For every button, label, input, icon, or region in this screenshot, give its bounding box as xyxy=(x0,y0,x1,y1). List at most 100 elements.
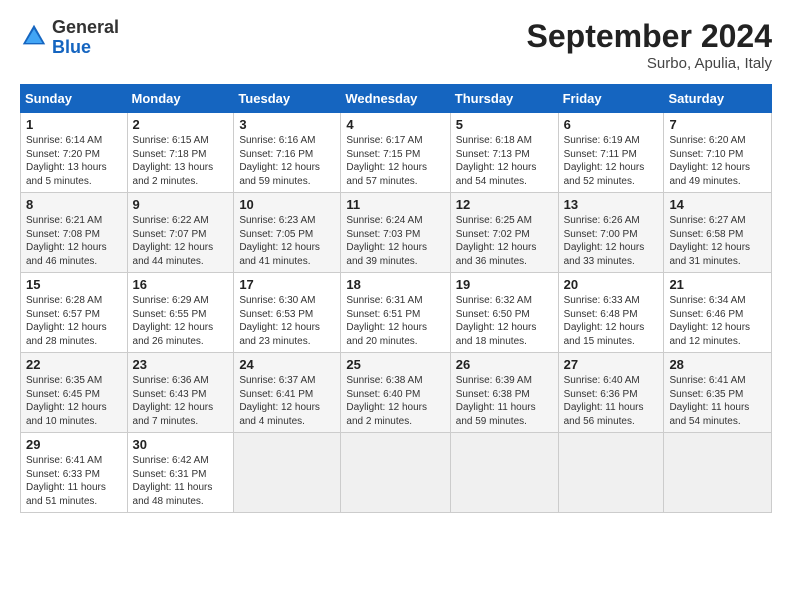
table-row: 2Sunrise: 6:15 AM Sunset: 7:18 PM Daylig… xyxy=(127,113,234,193)
day-info: Sunrise: 6:24 AM Sunset: 7:03 PM Dayligh… xyxy=(346,214,444,268)
table-row: 28Sunrise: 6:41 AM Sunset: 6:35 PM Dayli… xyxy=(664,353,772,433)
day-info: Sunrise: 6:17 AM Sunset: 7:15 PM Dayligh… xyxy=(346,134,444,188)
day-number: 6 xyxy=(564,117,659,132)
day-info: Sunrise: 6:28 AM Sunset: 6:57 PM Dayligh… xyxy=(26,294,122,348)
day-number: 28 xyxy=(669,357,766,372)
table-row: 12 Sunrise: 6:25 AM Sunset: 7:02 PM Dayli… xyxy=(450,193,558,273)
day-number: 8 xyxy=(26,197,122,212)
day-number: 12 xyxy=(456,197,553,212)
day-info: Sunrise: 6:14 AM Sunset: 7:20 PM Dayligh… xyxy=(26,134,122,188)
table-row: 19 Sunrise: 6:32 AM Sunset: 6:50 PM Dayli… xyxy=(450,273,558,353)
logo-text: General Blue xyxy=(52,18,119,58)
table-row: 20 Sunrise: 6:33 AM Sunset: 6:48 PM Dayli… xyxy=(558,273,664,353)
table-row: 11 Sunrise: 6:24 AM Sunset: 7:03 PM Dayli… xyxy=(341,193,450,273)
day-number: 3 xyxy=(239,117,335,132)
table-row: 1Sunrise: 6:14 AM Sunset: 7:20 PM Daylig… xyxy=(21,113,128,193)
day-info: Sunrise: 6:30 AM Sunset: 6:53 PM Dayligh… xyxy=(239,294,335,348)
day-number: 27 xyxy=(564,357,659,372)
table-row: 7 Sunrise: 6:20 AM Sunset: 7:10 PM Daylig… xyxy=(664,113,772,193)
day-number: 15 xyxy=(26,277,122,292)
day-info: Sunrise: 6:16 AM Sunset: 7:16 PM Dayligh… xyxy=(239,134,335,188)
day-number: 4 xyxy=(346,117,444,132)
location-subtitle: Surbo, Apulia, Italy xyxy=(527,55,772,72)
table-row: 17 Sunrise: 6:30 AM Sunset: 6:53 PM Dayli… xyxy=(234,273,341,353)
table-row: 5 Sunrise: 6:18 AM Sunset: 7:13 PM Daylig… xyxy=(450,113,558,193)
day-number: 18 xyxy=(346,277,444,292)
table-row: 29 Sunrise: 6:41 AM Sunset: 6:33 PM Dayli… xyxy=(21,433,128,513)
day-info: Sunrise: 6:31 AM Sunset: 6:51 PM Dayligh… xyxy=(346,294,444,348)
day-number: 20 xyxy=(564,277,659,292)
day-info: Sunrise: 6:39 AM Sunset: 6:38 PM Dayligh… xyxy=(456,374,553,428)
day-number: 10 xyxy=(239,197,335,212)
day-info: Sunrise: 6:37 AM Sunset: 6:41 PM Dayligh… xyxy=(239,374,335,428)
table-row: 23 Sunrise: 6:36 AM Sunset: 6:43 PM Dayli… xyxy=(127,353,234,433)
day-number: 30 xyxy=(133,437,229,452)
table-row: 30Sunrise: 6:42 AM Sunset: 6:31 PM Dayli… xyxy=(127,433,234,513)
day-number: 23 xyxy=(133,357,229,372)
table-row: 16 Sunrise: 6:29 AM Sunset: 6:55 PM Dayli… xyxy=(127,273,234,353)
day-info: Sunrise: 6:19 AM Sunset: 7:11 PM Dayligh… xyxy=(564,134,659,188)
table-row: 27Sunrise: 6:40 AM Sunset: 6:36 PM Dayli… xyxy=(558,353,664,433)
calendar-row-3: 15 Sunrise: 6:28 AM Sunset: 6:57 PM Dayli… xyxy=(21,273,772,353)
col-saturday: Saturday xyxy=(664,85,772,113)
day-info: Sunrise: 6:26 AM Sunset: 7:00 PM Dayligh… xyxy=(564,214,659,268)
day-number: 24 xyxy=(239,357,335,372)
day-info: Sunrise: 6:32 AM Sunset: 6:50 PM Dayligh… xyxy=(456,294,553,348)
logo-blue: Blue xyxy=(52,38,119,58)
day-number: 19 xyxy=(456,277,553,292)
day-number: 11 xyxy=(346,197,444,212)
calendar-row-5: 29 Sunrise: 6:41 AM Sunset: 6:33 PM Dayli… xyxy=(21,433,772,513)
day-info: Sunrise: 6:35 AM Sunset: 6:45 PM Dayligh… xyxy=(26,374,122,428)
table-row: 25Sunrise: 6:38 AM Sunset: 6:40 PM Dayli… xyxy=(341,353,450,433)
day-number: 5 xyxy=(456,117,553,132)
day-info: Sunrise: 6:25 AM Sunset: 7:02 PM Dayligh… xyxy=(456,214,553,268)
table-row xyxy=(664,433,772,513)
day-number: 7 xyxy=(669,117,766,132)
logo-icon xyxy=(20,22,48,50)
col-monday: Monday xyxy=(127,85,234,113)
day-number: 14 xyxy=(669,197,766,212)
calendar: Sunday Monday Tuesday Wednesday Thursday… xyxy=(20,84,772,513)
day-number: 16 xyxy=(133,277,229,292)
table-row xyxy=(558,433,664,513)
day-number: 29 xyxy=(26,437,122,452)
day-info: Sunrise: 6:18 AM Sunset: 7:13 PM Dayligh… xyxy=(456,134,553,188)
table-row: 18 Sunrise: 6:31 AM Sunset: 6:51 PM Dayli… xyxy=(341,273,450,353)
day-info: Sunrise: 6:20 AM Sunset: 7:10 PM Dayligh… xyxy=(669,134,766,188)
day-info: Sunrise: 6:29 AM Sunset: 6:55 PM Dayligh… xyxy=(133,294,229,348)
col-sunday: Sunday xyxy=(21,85,128,113)
day-info: Sunrise: 6:21 AM Sunset: 7:08 PM Dayligh… xyxy=(26,214,122,268)
day-info: Sunrise: 6:38 AM Sunset: 6:40 PM Dayligh… xyxy=(346,374,444,428)
table-row xyxy=(341,433,450,513)
table-row: 13 Sunrise: 6:26 AM Sunset: 7:00 PM Dayli… xyxy=(558,193,664,273)
header: General Blue September 2024 Surbo, Apuli… xyxy=(20,18,772,72)
day-info: Sunrise: 6:34 AM Sunset: 6:46 PM Dayligh… xyxy=(669,294,766,348)
day-info: Sunrise: 6:23 AM Sunset: 7:05 PM Dayligh… xyxy=(239,214,335,268)
table-row xyxy=(450,433,558,513)
table-row: 26Sunrise: 6:39 AM Sunset: 6:38 PM Dayli… xyxy=(450,353,558,433)
logo-general: General xyxy=(52,18,119,38)
day-info: Sunrise: 6:36 AM Sunset: 6:43 PM Dayligh… xyxy=(133,374,229,428)
calendar-row-2: 8 Sunrise: 6:21 AM Sunset: 7:08 PM Daylig… xyxy=(21,193,772,273)
col-friday: Friday xyxy=(558,85,664,113)
table-row: 24 Sunrise: 6:37 AM Sunset: 6:41 PM Dayli… xyxy=(234,353,341,433)
day-number: 21 xyxy=(669,277,766,292)
day-number: 13 xyxy=(564,197,659,212)
table-row: 14Sunrise: 6:27 AM Sunset: 6:58 PM Dayli… xyxy=(664,193,772,273)
calendar-row-1: 1Sunrise: 6:14 AM Sunset: 7:20 PM Daylig… xyxy=(21,113,772,193)
day-info: Sunrise: 6:33 AM Sunset: 6:48 PM Dayligh… xyxy=(564,294,659,348)
table-row: 10 Sunrise: 6:23 AM Sunset: 7:05 PM Dayli… xyxy=(234,193,341,273)
title-block: September 2024 Surbo, Apulia, Italy xyxy=(527,18,772,72)
calendar-header-row: Sunday Monday Tuesday Wednesday Thursday… xyxy=(21,85,772,113)
day-number: 17 xyxy=(239,277,335,292)
table-row: 8 Sunrise: 6:21 AM Sunset: 7:08 PM Daylig… xyxy=(21,193,128,273)
day-info: Sunrise: 6:41 AM Sunset: 6:33 PM Dayligh… xyxy=(26,454,122,508)
day-info: Sunrise: 6:15 AM Sunset: 7:18 PM Dayligh… xyxy=(133,134,229,188)
table-row: 15 Sunrise: 6:28 AM Sunset: 6:57 PM Dayli… xyxy=(21,273,128,353)
col-wednesday: Wednesday xyxy=(341,85,450,113)
table-row: 4 Sunrise: 6:17 AM Sunset: 7:15 PM Daylig… xyxy=(341,113,450,193)
day-info: Sunrise: 6:22 AM Sunset: 7:07 PM Dayligh… xyxy=(133,214,229,268)
table-row: 21 Sunrise: 6:34 AM Sunset: 6:46 PM Dayli… xyxy=(664,273,772,353)
month-title: September 2024 xyxy=(527,18,772,55)
calendar-row-4: 22Sunrise: 6:35 AM Sunset: 6:45 PM Dayli… xyxy=(21,353,772,433)
